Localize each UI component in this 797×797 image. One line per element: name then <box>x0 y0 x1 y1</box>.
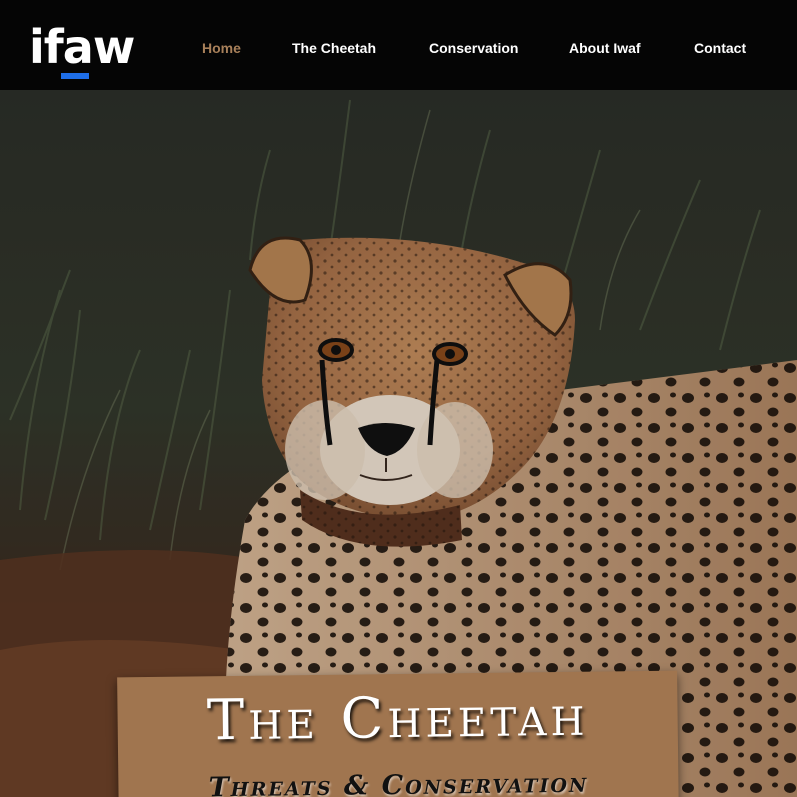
title-plate: The Cheetah Threats & Conservation <box>117 670 679 797</box>
logo-accent-bar <box>61 73 89 79</box>
nav-about[interactable]: About Iwaf <box>569 40 641 56</box>
hero-section: The Cheetah Threats & Conservation <box>0 90 797 797</box>
nav-home[interactable]: Home <box>202 40 241 56</box>
nav-the-cheetah[interactable]: The Cheetah <box>292 40 376 56</box>
main-nav: Home The Cheetah Conservation About Iwaf… <box>0 40 797 60</box>
nav-conservation[interactable]: Conservation <box>429 40 518 56</box>
site-header: ifaw Home The Cheetah Conservation About… <box>0 0 797 90</box>
nav-contact[interactable]: Contact <box>694 40 746 56</box>
page: ifaw Home The Cheetah Conservation About… <box>0 0 797 797</box>
hero-title: The Cheetah <box>206 683 589 754</box>
hero-subtitle: Threats & Conservation <box>208 767 589 797</box>
